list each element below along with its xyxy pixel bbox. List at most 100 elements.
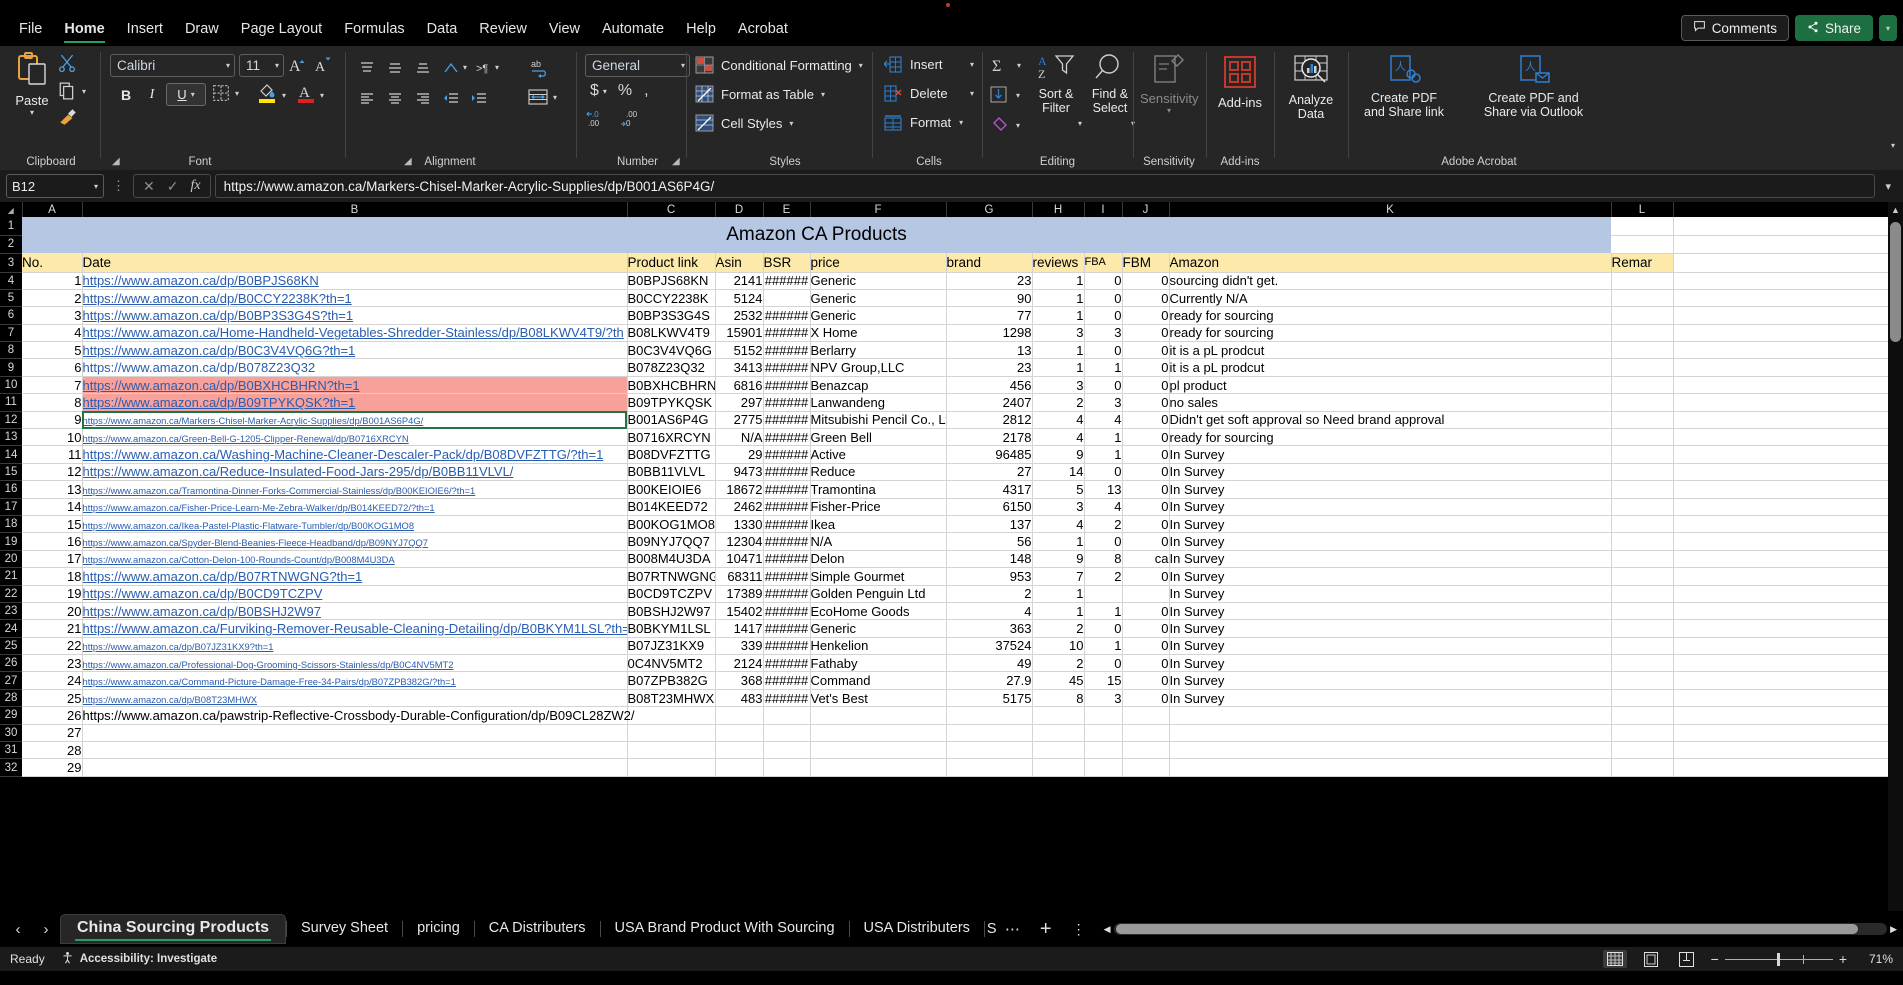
- scroll-up-icon[interactable]: ▲: [1888, 202, 1903, 218]
- number-format-select[interactable]: General ▾: [585, 54, 690, 77]
- cell-fbm[interactable]: 3: [1084, 393, 1123, 412]
- table-row[interactable]: 6 3 https://www.amazon.ca/dp/B0BP3S3G4S?th…: [0, 306, 1888, 325]
- column-header-E[interactable]: E: [763, 202, 811, 217]
- decrease-decimal-button[interactable]: .000: [620, 108, 642, 128]
- column-header-L[interactable]: L: [1611, 202, 1674, 217]
- chevron-down-icon[interactable]: ▾: [282, 91, 286, 100]
- cell-col-j[interactable]: 0: [1122, 272, 1170, 290]
- align-middle-button[interactable]: [383, 56, 407, 79]
- cell-fba[interactable]: [1032, 758, 1085, 777]
- chevron-down-icon[interactable]: ▾: [10, 108, 54, 117]
- cell-asin[interactable]: B0CD9TCZPV: [627, 585, 716, 603]
- cell-no[interactable]: 15: [22, 515, 83, 534]
- cell-brand[interactable]: Benazcap: [810, 376, 947, 395]
- normal-view-button[interactable]: [1602, 950, 1627, 968]
- product-url-text[interactable]: https://www.amazon.ca/dp/B078Z23Q32: [83, 360, 316, 375]
- cell-no[interactable]: 13: [22, 480, 83, 499]
- cell-bsr[interactable]: 15402: [715, 602, 764, 621]
- row-header-20[interactable]: 20: [0, 550, 22, 569]
- chevron-down-icon[interactable]: ▾: [82, 87, 86, 96]
- scroll-right-icon[interactable]: ▶: [1890, 924, 1897, 935]
- column-label-remar[interactable]: Remar: [1611, 253, 1674, 273]
- cell-amazon-status[interactable]: In Survey: [1169, 689, 1612, 708]
- format-as-table-button[interactable]: Format as Table ▾: [695, 85, 825, 103]
- font-family-select[interactable]: Calibri ▾: [110, 54, 235, 77]
- row-header-10[interactable]: 10: [0, 376, 22, 395]
- cell-brand[interactable]: Golden Penguin Ltd: [810, 585, 947, 603]
- row-header-25[interactable]: 25: [0, 637, 22, 656]
- cell-amazon-status[interactable]: In Survey: [1169, 463, 1612, 482]
- cell-no[interactable]: 9: [22, 411, 83, 430]
- horizontal-scroll-thumb[interactable]: [1115, 924, 1859, 934]
- row-header-3[interactable]: 3: [0, 253, 22, 273]
- clear-button[interactable]: ▾: [990, 116, 1020, 134]
- cell-bsr[interactable]: 15901: [715, 324, 764, 343]
- insert-function-icon[interactable]: fx: [185, 178, 205, 194]
- chevron-down-icon[interactable]: ▾: [970, 89, 974, 98]
- zoom-track[interactable]: [1724, 952, 1833, 966]
- page-break-preview-button[interactable]: [1675, 950, 1699, 968]
- spreadsheet-grid[interactable]: ◢ A B C D E F G H I J K L 1 Amazon CA Pro…: [0, 202, 1903, 911]
- cell-col-j[interactable]: [1122, 706, 1170, 725]
- cell-remark[interactable]: [1611, 358, 1674, 377]
- cell-asin[interactable]: B078Z23Q32: [627, 358, 716, 377]
- table-row[interactable]: 31 28: [0, 741, 1888, 760]
- cell-amazon-status[interactable]: Didn't get soft approval so Need brand a…: [1169, 411, 1612, 430]
- increase-decimal-button[interactable]: .0.00: [586, 108, 608, 128]
- chevron-down-icon[interactable]: ▾: [320, 91, 324, 100]
- ribbon-tab-help[interactable]: Help: [675, 17, 727, 43]
- cell-fba[interactable]: 3: [1032, 498, 1085, 516]
- cell-bsr[interactable]: 6816: [715, 376, 764, 395]
- cell-amazon-status[interactable]: ready for sourcing: [1169, 428, 1612, 447]
- cell-amazon-status[interactable]: ready for sourcing: [1169, 306, 1612, 325]
- row-header-22[interactable]: 22: [0, 585, 22, 603]
- copy-button[interactable]: ▾: [58, 82, 86, 100]
- chevron-down-icon[interactable]: ▾: [789, 119, 793, 128]
- cell-col-j[interactable]: 0: [1122, 411, 1170, 430]
- row-header-26[interactable]: 26: [0, 654, 22, 673]
- cell-product-url[interactable]: https://www.amazon.ca/Reduce-Insulated-F…: [82, 463, 628, 482]
- wrap-text-button[interactable]: ab: [528, 56, 552, 85]
- increase-indent-button[interactable]: [467, 86, 491, 109]
- cell-fbm[interactable]: 0: [1084, 532, 1123, 551]
- cell-no[interactable]: 21: [22, 619, 83, 638]
- cell-remark[interactable]: [1611, 480, 1674, 499]
- cell-fba[interactable]: 1: [1032, 341, 1085, 360]
- cell-fba[interactable]: 3: [1032, 376, 1085, 395]
- next-sheet-icon[interactable]: ›: [32, 921, 60, 938]
- cell-brand[interactable]: Mitsubishi Pencil Co., Ltd: [810, 411, 947, 430]
- row-header-13[interactable]: 13: [0, 428, 22, 447]
- product-url-text[interactable]: https://www.amazon.ca/Tramontina-Dinner-…: [83, 485, 476, 496]
- table-row[interactable]: 27 24 https://www.amazon.ca/Command-Pictur…: [0, 671, 1888, 690]
- cell-bsr[interactable]: 2141: [715, 272, 764, 290]
- row-header-28[interactable]: 28: [0, 689, 22, 708]
- cell-reviews[interactable]: 137: [946, 515, 1033, 534]
- cell-no[interactable]: 7: [22, 376, 83, 395]
- cell-fba[interactable]: 45: [1032, 671, 1085, 690]
- cell-col-j[interactable]: 0: [1122, 289, 1170, 308]
- cell-remark[interactable]: [1611, 463, 1674, 482]
- cell-bsr[interactable]: 5124: [715, 289, 764, 308]
- cell-col-j[interactable]: 0: [1122, 480, 1170, 499]
- cell-fbm[interactable]: 1: [1084, 445, 1123, 464]
- table-row[interactable]: 25 22 https://www.amazon.ca/dp/B07JZ31KX9?…: [0, 637, 1888, 656]
- cell-amazon-status[interactable]: In Survey: [1169, 619, 1612, 638]
- cell-reviews[interactable]: [946, 724, 1033, 743]
- product-url-text[interactable]: https://www.amazon.ca/Home-Handheld-Vege…: [83, 325, 624, 340]
- row-header-2[interactable]: 2: [0, 235, 22, 254]
- ribbon-tab-draw[interactable]: Draw: [174, 17, 230, 43]
- row-header-7[interactable]: 7: [0, 324, 22, 343]
- cell-no[interactable]: 28: [22, 741, 83, 760]
- row-header-30[interactable]: 30: [0, 724, 22, 743]
- column-header-H[interactable]: H: [1032, 202, 1085, 217]
- column-label-no-[interactable]: No.: [22, 253, 83, 273]
- ribbon-tab-review[interactable]: Review: [468, 17, 538, 43]
- cell-bsr[interactable]: 3413: [715, 358, 764, 377]
- share-button[interactable]: Share: [1794, 15, 1873, 41]
- cell-bsr[interactable]: 2532: [715, 306, 764, 325]
- table-row[interactable]: 9 6 https://www.amazon.ca/dp/B078Z23Q32 B07…: [0, 358, 1888, 377]
- product-url-text[interactable]: https://www.amazon.ca/dp/B0BPJS68KN: [83, 273, 319, 288]
- cell-product-url[interactable]: https://www.amazon.ca/Green-Bell-G-1205-…: [82, 428, 628, 447]
- chevron-down-icon[interactable]: ▾: [463, 63, 467, 72]
- column-header-C[interactable]: C: [627, 202, 716, 217]
